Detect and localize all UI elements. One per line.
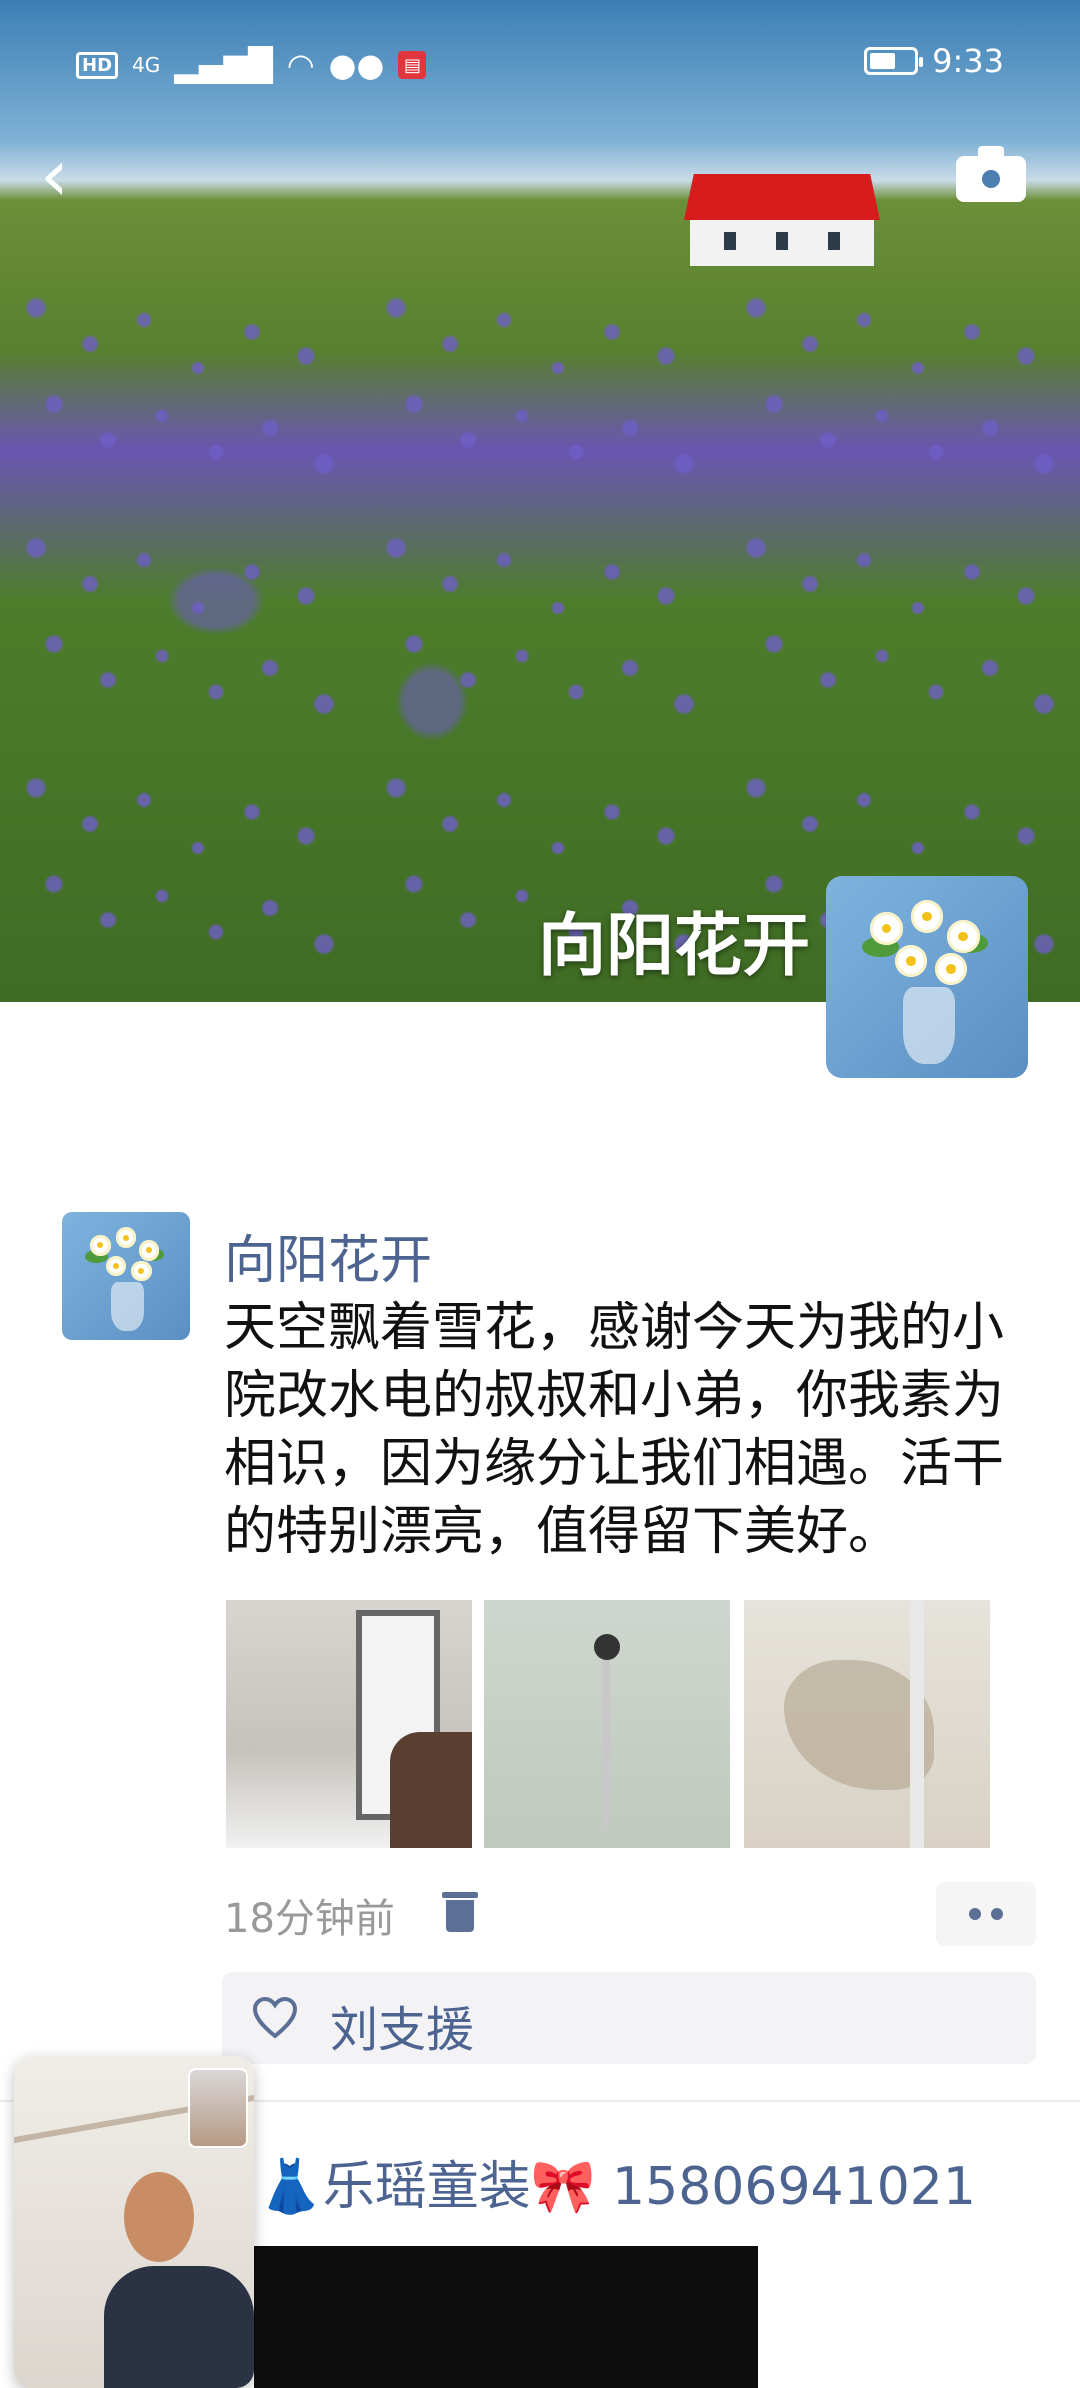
self-preview[interactable] (188, 2068, 248, 2148)
post-photo-grid (226, 1600, 1000, 1848)
camera-icon (978, 166, 1004, 192)
post-photo[interactable] (484, 1600, 730, 1848)
post-text: 天空飘着雪花，感谢今天为我的小院改水电的叔叔和小弟，你我素为相识，因为缘分让我们… (224, 1298, 1005, 1562)
dot-icon (991, 1908, 1003, 1920)
post-author-name[interactable]: 向阳花开 (224, 1218, 432, 1293)
app-notification-icon: ▤ (398, 51, 427, 79)
dot-icon (969, 1908, 981, 1920)
chevron-left-icon: ‹ (40, 133, 69, 217)
video-person-face (124, 2172, 194, 2262)
hd-indicator: HD (76, 51, 119, 79)
heart-icon (252, 1996, 298, 2039)
post-timestamp: 18分钟前 (224, 1896, 395, 1942)
cover-image[interactable] (0, 0, 1080, 1002)
video-person-body (104, 2266, 254, 2388)
clock: 9:33 (932, 42, 1004, 80)
post-author-avatar[interactable] (62, 1212, 190, 1340)
profile-name: 向阳花开 (537, 907, 810, 986)
camera-button[interactable] (956, 146, 1026, 202)
delete-icon[interactable] (440, 1890, 480, 1934)
daisy-vase-image (826, 876, 1028, 1078)
likes-bar: 刘支援 (222, 1972, 1036, 2064)
profile-avatar[interactable] (826, 876, 1028, 1078)
status-bar: HD 4G ▂▄▆█ ◠ ●● ▤ 9:33 (0, 30, 1080, 100)
more-actions-button[interactable] (936, 1882, 1036, 1946)
network-type: 4G (132, 53, 161, 77)
post-photo[interactable] (744, 1600, 990, 1848)
wechat-icon: ●● (328, 46, 385, 84)
post-photo[interactable] (226, 1600, 472, 1848)
next-post-photo[interactable] (254, 2246, 758, 2388)
wifi-icon: ◠ (286, 46, 315, 84)
signal-icon: ▂▄▆█ (174, 46, 273, 84)
floating-video-window[interactable] (14, 2056, 254, 2388)
red-roof-house (684, 174, 880, 266)
next-post-author-name[interactable]: 👗乐瑶童装🎀 15806941021 (258, 2144, 976, 2219)
back-button[interactable]: ‹ (40, 139, 94, 211)
liker-name[interactable]: 刘支援 (330, 1990, 474, 2060)
battery-icon (864, 47, 924, 75)
daisy-vase-image (62, 1212, 190, 1340)
